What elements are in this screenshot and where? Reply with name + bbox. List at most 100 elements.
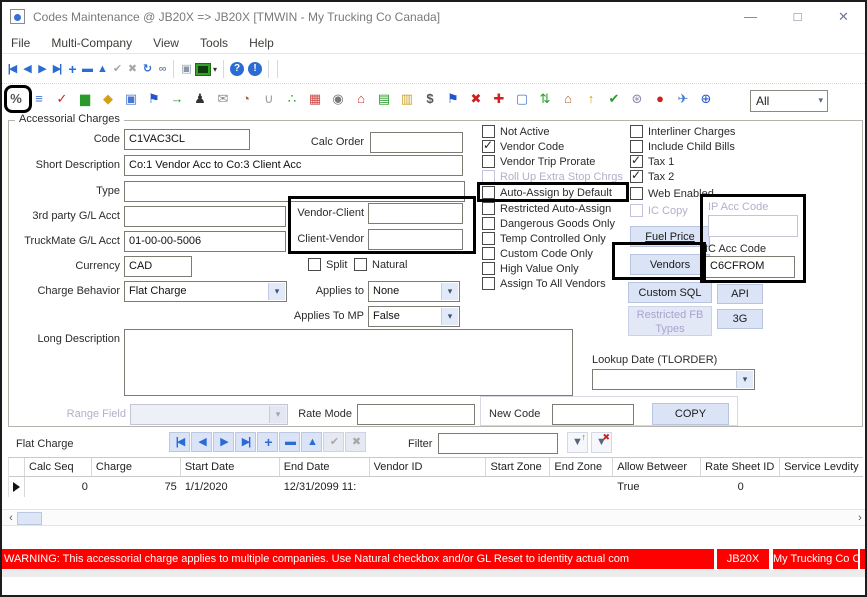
menu-multi-company[interactable]: Multi-Company — [42, 32, 141, 50]
fc-prior-icon[interactable]: ◀ — [191, 432, 212, 452]
calc-order-field[interactable] — [370, 132, 463, 153]
toolbar-filter-combo[interactable]: All ▾ — [750, 90, 828, 112]
applies-to-select[interactable]: None▾ — [368, 281, 460, 302]
help-icon[interactable]: ? — [230, 62, 244, 76]
vendor-client-field[interactable] — [368, 203, 463, 224]
shield-icon[interactable]: ◆ — [98, 89, 118, 109]
car-icon[interactable]: ● — [650, 89, 670, 109]
prior-record-icon[interactable]: ◀ — [19, 59, 34, 79]
col-allow-between[interactable]: Allow Betweer — [613, 458, 701, 476]
close-button[interactable]: ✕ — [821, 2, 866, 31]
interliner-charges-checkbox[interactable] — [630, 125, 643, 138]
up-arrow-icon[interactable]: ↑ — [581, 89, 601, 109]
network-icon[interactable]: ✚ — [489, 89, 509, 109]
restricted-fb-types-button[interactable]: Restricted FB Types — [628, 306, 712, 336]
driver-icon[interactable]: ♟ — [190, 89, 210, 109]
short-description-field[interactable]: Co:1 Vendor Acc to Co:3 Client Acc — [124, 155, 463, 176]
applies-to-mp-select[interactable]: False▾ — [368, 306, 460, 327]
code-field[interactable]: C1VAC3CL — [124, 129, 250, 150]
include-child-bills-checkbox[interactable] — [630, 140, 643, 153]
camera-icon[interactable]: ◉ — [328, 89, 348, 109]
print-icon[interactable]: ▣ — [178, 59, 193, 79]
ip-acc-code-field[interactable] — [708, 215, 798, 237]
filter-apply-icon[interactable]: ▼↑ — [567, 432, 588, 453]
ic-copy-checkbox[interactable] — [630, 204, 643, 217]
api-button[interactable]: API — [717, 284, 763, 304]
gears-icon[interactable]: ⊛ — [627, 89, 647, 109]
minimize-button[interactable]: — — [728, 2, 773, 31]
ic-acc-code-field[interactable]: C6CFROM — [705, 256, 795, 278]
new-code-field[interactable] — [552, 404, 634, 425]
menu-help[interactable]: Help — [240, 32, 283, 50]
charge-behavior-select[interactable]: Flat Charge▾ — [124, 281, 287, 302]
menu-file[interactable]: File — [2, 32, 39, 50]
document-icon[interactable]: ▢ — [512, 89, 532, 109]
third-party-gl-field[interactable] — [124, 206, 286, 227]
fc-first-icon[interactable]: |◀ — [169, 432, 190, 452]
home-icon[interactable]: ⌂ — [558, 89, 578, 109]
fc-insert-icon[interactable]: + — [257, 432, 278, 452]
menu-view[interactable]: View — [144, 32, 188, 50]
roll-up-extra-stop-checkbox[interactable] — [482, 170, 495, 183]
gauge-icon[interactable]: ◔ — [236, 89, 256, 109]
terminal-icon[interactable]: ⌂ — [351, 89, 371, 109]
scroll-right-icon[interactable]: › — [853, 511, 867, 526]
rate-mode-field[interactable] — [357, 404, 475, 425]
cargo-box-icon[interactable]: ▥ — [397, 89, 417, 109]
type-field[interactable] — [124, 181, 465, 202]
globe-icon[interactable]: ⊕ — [696, 89, 716, 109]
col-charge[interactable]: Charge — [92, 458, 181, 476]
chart-icon[interactable]: ▆ — [75, 89, 95, 109]
hook-icon[interactable]: ∪ — [259, 89, 279, 109]
resize-grip[interactable] — [860, 549, 867, 569]
fc-cancel-icon[interactable]: ✖ — [345, 432, 366, 452]
horizontal-scrollbar[interactable]: ‹ › — [2, 509, 867, 526]
col-calc-seq[interactable]: Calc Seq — [25, 458, 92, 476]
dangerous-goods-checkbox[interactable] — [482, 217, 495, 230]
about-icon[interactable]: ! — [248, 62, 262, 76]
cancel-edit-icon[interactable]: ✖ — [124, 59, 139, 79]
post-edit-icon[interactable]: ✔ — [109, 59, 124, 79]
custom-code-only-checkbox[interactable] — [482, 247, 495, 260]
monitor-icon[interactable] — [195, 63, 211, 76]
col-vendor-id[interactable]: Vendor ID — [370, 458, 487, 476]
delete-record-icon[interactable]: ▬ — [79, 59, 94, 79]
natural-checkbox[interactable] — [354, 258, 367, 271]
database-check-icon[interactable]: ▤ — [374, 89, 394, 109]
vendor-code-checkbox[interactable] — [482, 140, 495, 153]
insert-record-icon[interactable]: + — [64, 59, 79, 79]
fc-next-icon[interactable]: ▶ — [213, 432, 234, 452]
filter-clear-icon[interactable]: ▼✖ — [591, 432, 612, 453]
menu-tools[interactable]: Tools — [191, 32, 237, 50]
mail-icon[interactable]: ✉ — [213, 89, 233, 109]
currency-field[interactable]: CAD — [124, 256, 192, 277]
not-active-checkbox[interactable] — [482, 125, 495, 138]
accessorial-charges-percent-icon[interactable]: % — [6, 89, 26, 109]
truckmate-gl-field[interactable]: 01-00-00-5006 — [124, 231, 286, 252]
col-start-date[interactable]: Start Date — [181, 458, 280, 476]
flag-icon[interactable]: ⚑ — [144, 89, 164, 109]
assign-all-vendors-checkbox[interactable] — [482, 277, 495, 290]
first-record-icon[interactable]: |◀ — [4, 59, 19, 79]
temp-controlled-checkbox[interactable] — [482, 232, 495, 245]
export-box-icon[interactable]: → — [167, 89, 187, 109]
fc-last-icon[interactable]: ▶| — [235, 432, 256, 452]
transfer-arrows-icon[interactable]: ⇅ — [535, 89, 555, 109]
flag-blue-icon[interactable]: ⚑ — [443, 89, 463, 109]
fuel-price-button[interactable]: Fuel Price — [630, 226, 710, 247]
fc-edit-icon[interactable]: ▲ — [301, 432, 322, 452]
vendors-button[interactable]: Vendors — [630, 254, 710, 275]
maximize-button[interactable]: □ — [775, 2, 820, 31]
table-row[interactable]: 0 75 1/1/2020 12/31/2099 11: True 0 — [9, 477, 863, 497]
search-binoculars-icon[interactable]: ∞ — [154, 59, 169, 79]
fc-delete-icon[interactable]: ▬ — [279, 432, 300, 452]
range-field-select[interactable]: ▾ — [130, 404, 288, 425]
filter-input[interactable] — [438, 433, 558, 454]
approve-check-icon[interactable]: ✔ — [604, 89, 624, 109]
scroll-left-icon[interactable]: ‹ — [4, 511, 18, 526]
client-vendor-field[interactable] — [368, 229, 463, 250]
next-record-icon[interactable]: ▶ — [34, 59, 49, 79]
col-rate-sheet-id[interactable]: Rate Sheet ID — [701, 458, 780, 476]
restricted-auto-assign-checkbox[interactable] — [482, 202, 495, 215]
lookup-date-select[interactable]: ▾ — [592, 369, 755, 390]
